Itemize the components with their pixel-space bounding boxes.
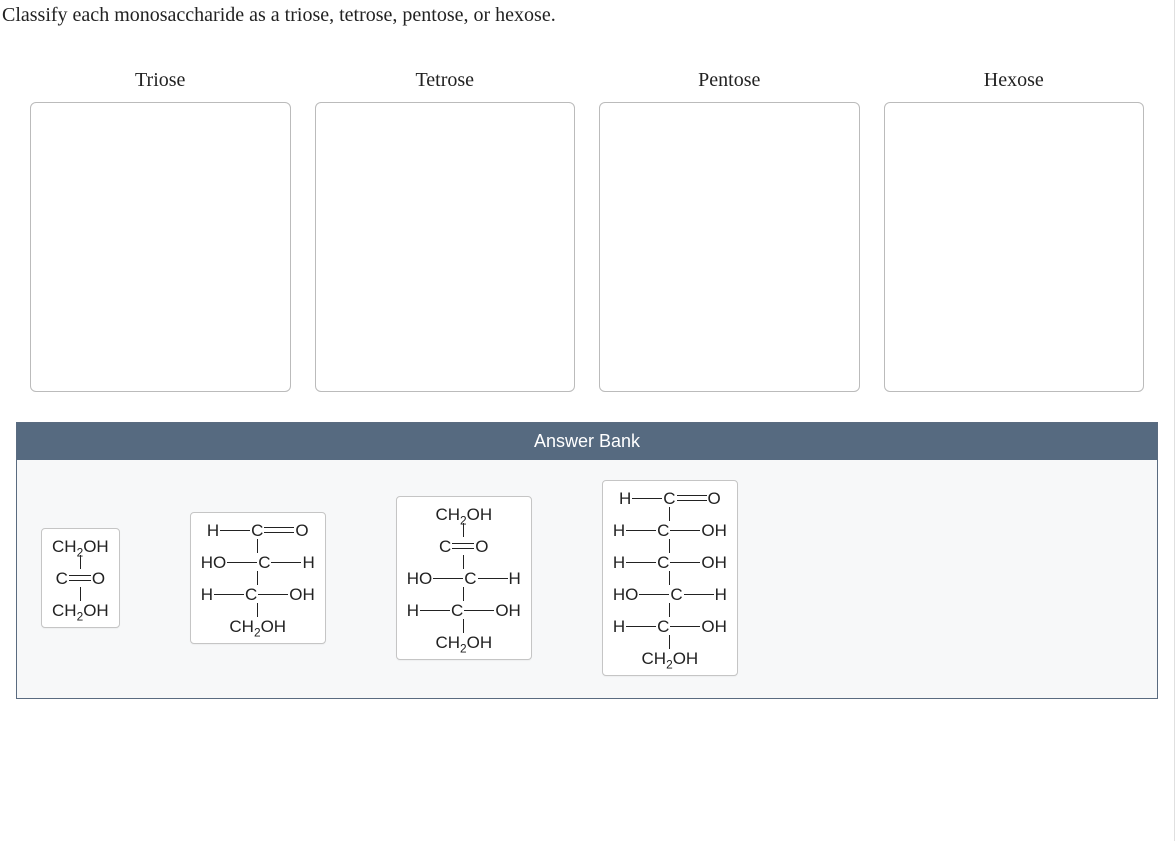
dropzone-pentose[interactable] [599, 102, 860, 392]
question-prompt: Classify each monosaccharide as a triose… [0, 0, 1174, 27]
category-label: Tetrose [315, 69, 576, 92]
dropzone-triose[interactable] [30, 102, 291, 392]
dropzone-hexose[interactable] [884, 102, 1145, 392]
tile-tetrose[interactable]: HCO HOCH HCOH CH2OH [190, 512, 326, 644]
category-label: Hexose [884, 69, 1145, 92]
category-pentose: Pentose [599, 69, 860, 392]
dropzone-tetrose[interactable] [315, 102, 576, 392]
category-label: Pentose [599, 69, 860, 92]
category-tetrose: Tetrose [315, 69, 576, 392]
exercise-page: Classify each monosaccharide as a triose… [0, 0, 1175, 841]
category-triose: Triose [30, 69, 291, 392]
structure-hexose: HCO HCOH HCOH HOCH HCOH CH2OH [613, 489, 727, 667]
category-label: Triose [30, 69, 291, 92]
answer-bank-body: CH2OH CO CH2OH HCO HOCH HCOH CH2OH [17, 460, 1157, 698]
structure-pentose: CH2OH CO HOCH HCOH CH2OH [407, 505, 521, 651]
answer-bank: Answer Bank CH2OH CO CH2OH HCO HOCH [16, 422, 1158, 699]
tile-pentose[interactable]: CH2OH CO HOCH HCOH CH2OH [396, 496, 532, 660]
category-hexose: Hexose [884, 69, 1145, 392]
tile-hexose[interactable]: HCO HCOH HCOH HOCH HCOH CH2OH [602, 480, 738, 676]
structure-tetrose: HCO HOCH HCOH CH2OH [201, 521, 315, 635]
tile-triose[interactable]: CH2OH CO CH2OH [41, 528, 120, 628]
answer-bank-header: Answer Bank [17, 423, 1157, 460]
category-row: Triose Tetrose Pentose Hexose [0, 27, 1174, 392]
structure-triose: CH2OH CO CH2OH [52, 537, 109, 619]
